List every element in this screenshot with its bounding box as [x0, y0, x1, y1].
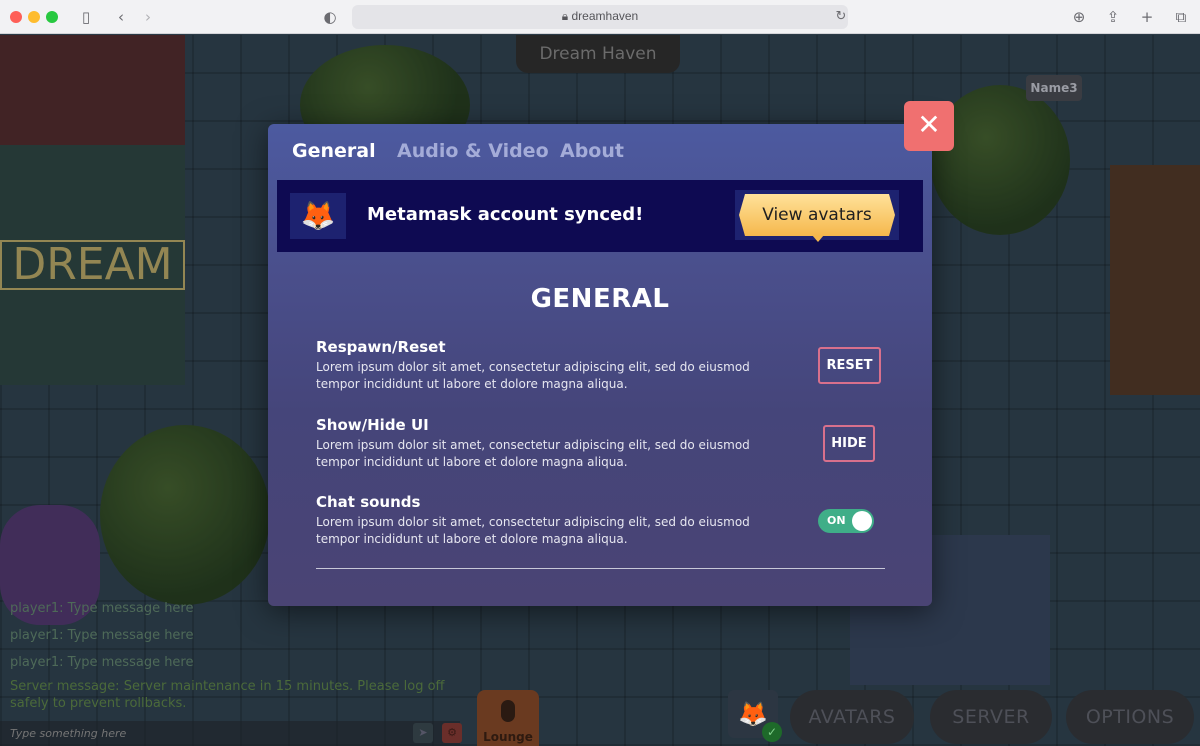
minimize-window-button[interactable] [28, 11, 40, 23]
browser-toolbar: ▯ ‹ › ◐ 🔒︎ dreamhaven ↻ ⊕ ⇪ + ⧉ [0, 0, 1200, 34]
building-decor [0, 35, 185, 145]
chat-input-bar: ➤ ⚙ [0, 721, 462, 746]
options-button[interactable]: OPTIONS [1066, 690, 1194, 744]
chat-input[interactable] [10, 724, 400, 743]
world-title: Dream Haven [516, 35, 680, 73]
tab-about[interactable]: About [560, 140, 624, 162]
setting-description: Lorem ipsum dolor sit amet, consectetur … [316, 438, 750, 469]
tree-decor [100, 425, 270, 605]
reload-icon[interactable]: ↻ [830, 7, 852, 27]
close-icon: ✕ [917, 108, 941, 141]
building-decor [1110, 165, 1200, 395]
chat-sounds-toggle[interactable]: ON [818, 509, 874, 533]
metamask-badge[interactable]: 🦊 ✓ [728, 690, 782, 742]
download-icon[interactable]: ⊕ [1068, 7, 1090, 27]
server-message: Server message: Server maintenance in 15… [10, 679, 445, 711]
tab-audio-video[interactable]: Audio & Video [397, 140, 549, 162]
hide-button[interactable]: HIDE [823, 425, 875, 462]
microphone-icon [501, 700, 515, 722]
new-tab-icon[interactable]: + [1136, 7, 1158, 27]
close-window-button[interactable] [10, 11, 22, 23]
url-text: dreamhaven [571, 9, 639, 23]
chat-log: player1: Type message here player1: Type… [10, 595, 470, 712]
shield-icon[interactable]: ◐ [319, 7, 341, 27]
forward-icon[interactable]: › [137, 7, 159, 27]
section-title: GENERAL [530, 284, 670, 314]
check-icon: ✓ [762, 722, 782, 742]
toggle-label: ON [827, 514, 846, 527]
setting-chat-sounds: Chat sounds Lorem ipsum dolor sit amet, … [316, 493, 886, 548]
setting-title: Respawn/Reset [316, 338, 446, 356]
back-icon[interactable]: ‹ [110, 7, 132, 27]
gear-icon[interactable]: ⚙ [442, 723, 462, 743]
toggle-knob [852, 511, 872, 531]
lounge-label: Lounge [483, 730, 533, 744]
fox-icon: 🦊 [290, 193, 346, 239]
view-avatars-button[interactable]: View avatars [739, 194, 895, 236]
zoom-window-button[interactable] [46, 11, 58, 23]
tab-overview-icon[interactable]: ⧉ [1170, 7, 1192, 27]
close-modal-button[interactable]: ✕ [904, 101, 954, 151]
setting-description: Lorem ipsum dolor sit amet, consectetur … [316, 515, 750, 546]
metamask-banner: 🦊 Metamask account synced! View avatars [277, 180, 923, 252]
setting-description: Lorem ipsum dolor sit amet, consectetur … [316, 360, 750, 391]
share-icon[interactable]: ⇪ [1102, 7, 1124, 27]
reset-button[interactable]: RESET [818, 347, 881, 384]
button-pointer [812, 235, 824, 242]
lock-icon: 🔒︎ [561, 9, 572, 23]
building-decor [0, 145, 185, 385]
banner-text: Metamask account synced! [367, 204, 644, 225]
address-bar[interactable]: 🔒︎ dreamhaven ↻ [352, 5, 848, 29]
view-avatars-frame: View avatars [735, 190, 899, 242]
chat-message: player1: Type message here [10, 655, 194, 670]
lounge-button[interactable]: Lounge [477, 690, 539, 746]
server-button[interactable]: SERVER [930, 690, 1052, 744]
tab-general[interactable]: General [292, 140, 376, 162]
setting-title: Chat sounds [316, 493, 421, 511]
neon-sign: DREAM [0, 240, 185, 290]
divider [316, 568, 885, 569]
avatars-button[interactable]: AVATARS [790, 690, 914, 744]
sidebar-icon[interactable]: ▯ [75, 7, 97, 27]
chat-message: player1: Type message here [10, 628, 194, 643]
setting-respawn-reset: Respawn/Reset Lorem ipsum dolor sit amet… [316, 338, 886, 393]
setting-show-hide-ui: Show/Hide UI Lorem ipsum dolor sit amet,… [316, 416, 886, 471]
setting-title: Show/Hide UI [316, 416, 429, 434]
fox-icon: 🦊 [738, 700, 768, 728]
player-name-tag: Name3 [1026, 75, 1082, 101]
send-icon[interactable]: ➤ [413, 723, 433, 743]
settings-modal: General Audio & Video About 🦊 Metamask a… [268, 124, 932, 606]
